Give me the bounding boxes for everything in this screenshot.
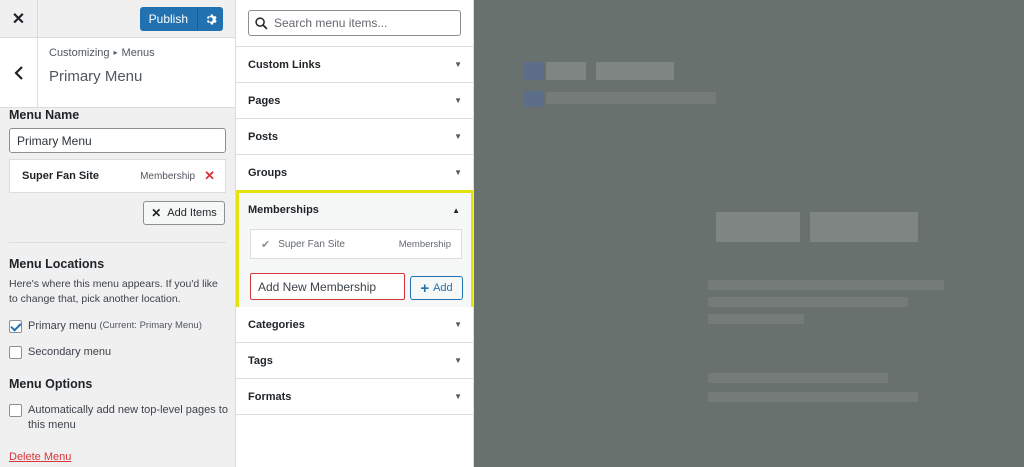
site-preview [474, 0, 1024, 467]
breadcrumb-root: Customizing [49, 47, 110, 59]
publish-button[interactable]: Publish [139, 7, 197, 31]
section-label: Formats [248, 390, 292, 403]
menu-item-name: Super Fan Site [22, 170, 100, 182]
search-icon [255, 16, 268, 29]
menu-item-type: Membership [140, 170, 196, 182]
caret-down-icon: ▼ [454, 356, 462, 365]
caret-down-icon: ▼ [454, 168, 462, 177]
section-label: Pages [248, 94, 281, 107]
section-label: Groups [248, 166, 288, 179]
preview-text-blur [708, 373, 888, 383]
publish-group: Publish [139, 7, 223, 31]
search-input[interactable] [274, 16, 454, 30]
caret-down-icon: ▼ [454, 320, 462, 329]
caret-down-icon: ▼ [454, 60, 462, 69]
menu-name-input[interactable] [9, 128, 226, 153]
section-custom-links[interactable]: Custom Links ▼ [236, 47, 473, 83]
section-header: Customizing ▸ Menus Primary Menu [0, 38, 235, 108]
auto-add-option[interactable]: Automatically add new top-level pages to… [9, 403, 231, 433]
remove-icon[interactable]: ✕ [204, 168, 215, 184]
preview-blur [546, 62, 586, 80]
back-icon[interactable] [0, 38, 38, 107]
menu-item[interactable]: Super Fan Site Membership ✕ [9, 159, 226, 193]
membership-item-type: Membership [398, 238, 451, 250]
menu-options-heading: Menu Options [9, 377, 93, 391]
add-items-button[interactable]: ✕ Add Items [143, 201, 225, 225]
preview-text-blur [708, 392, 918, 402]
divider [9, 242, 226, 243]
breadcrumb-child: Menus [121, 47, 155, 59]
close-icon: ✕ [151, 206, 162, 220]
preview-text-blur [708, 314, 804, 324]
secondary-menu-checkbox[interactable] [9, 346, 22, 359]
customizer-sidebar: ✕ Publish Customizing ▸ Menus Primary Menu… [0, 0, 236, 467]
checkmark-icon: ✔ [261, 238, 271, 251]
delete-menu-link[interactable]: Delete Menu [9, 451, 71, 463]
auto-add-checkbox[interactable] [9, 404, 22, 417]
location-primary[interactable]: Primary menu (Current: Primary Menu) [9, 320, 202, 333]
caret-down-icon: ▼ [454, 132, 462, 141]
menu-name-label: Menu Name [9, 108, 80, 122]
section-pages[interactable]: Pages ▼ [236, 83, 473, 119]
caret-down-icon: ▼ [454, 392, 462, 401]
plus-icon: + [420, 279, 430, 297]
section-categories[interactable]: Categories ▼ [236, 307, 473, 343]
membership-item[interactable]: ✔ Super Fan Site Membership [250, 229, 462, 259]
customizer-topbar: ✕ Publish [0, 0, 235, 38]
preview-blur [546, 92, 716, 104]
menu-locations-heading: Menu Locations [9, 257, 105, 271]
section-label: Tags [248, 354, 273, 367]
primary-menu-current: (Current: Primary Menu) [99, 320, 202, 331]
caret-down-icon: ▼ [454, 96, 462, 105]
section-tags[interactable]: Tags ▼ [236, 343, 473, 379]
section-label: Custom Links [248, 58, 321, 71]
caret-up-icon[interactable]: ▲ [452, 206, 460, 215]
section-label: Posts [248, 130, 278, 143]
search-box[interactable] [248, 10, 461, 36]
preview-text-blur [708, 297, 908, 307]
menu-locations-description: Here's where this menu appears. If you'd… [9, 278, 218, 305]
page-title: Primary Menu [49, 68, 143, 85]
available-menu-items: Custom Links ▼ Pages ▼ Posts ▼ Groups ▼ … [236, 0, 474, 467]
preview-blur [524, 91, 544, 107]
gear-icon[interactable] [197, 7, 223, 31]
breadcrumb: Customizing ▸ Menus [49, 47, 155, 59]
add-items-label: Add Items [167, 207, 217, 219]
section-groups[interactable]: Groups ▼ [236, 155, 473, 191]
section-formats[interactable]: Formats ▼ [236, 379, 473, 415]
membership-item-name: Super Fan Site [278, 238, 345, 250]
close-icon[interactable]: ✕ [0, 0, 38, 38]
memberships-heading[interactable]: Memberships [248, 204, 319, 216]
breadcrumb-arrow-icon: ▸ [113, 48, 118, 57]
preview-blur [596, 62, 674, 80]
location-secondary[interactable]: Secondary menu [9, 346, 111, 359]
section-memberships: Memberships ▲ ✔ Super Fan Site Membershi… [236, 190, 473, 310]
preview-logo-blur [524, 62, 544, 80]
primary-menu-label: Primary menu [28, 320, 97, 332]
section-posts[interactable]: Posts ▼ [236, 119, 473, 155]
new-membership-input[interactable] [250, 273, 405, 300]
add-membership-button[interactable]: + Add [410, 276, 463, 300]
preview-heading-blur [810, 212, 918, 242]
secondary-menu-label: Secondary menu [28, 346, 112, 358]
section-label: Categories [248, 318, 305, 331]
add-membership-label: Add [433, 282, 453, 294]
preview-text-blur [708, 280, 944, 290]
preview-heading-blur [716, 212, 800, 242]
auto-add-label: Automatically add new top-level pages to… [28, 404, 228, 431]
primary-menu-checkbox[interactable] [9, 320, 22, 333]
